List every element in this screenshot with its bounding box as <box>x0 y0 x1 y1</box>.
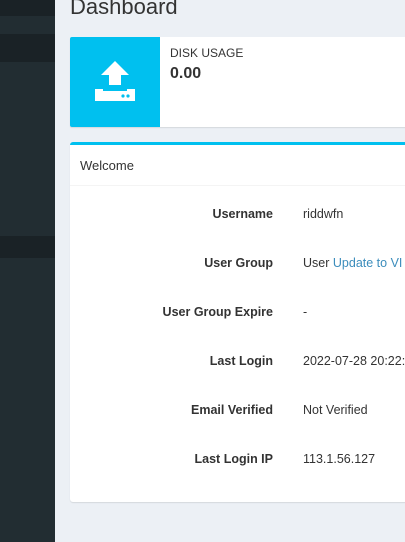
last-login-label: Last Login <box>209 354 273 368</box>
info-row-user-group: User Group User Update to VI <box>70 256 405 276</box>
sidebar-band <box>0 236 55 258</box>
user-group-value: User <box>303 256 330 270</box>
last-login-ip-label: Last Login IP <box>194 452 273 466</box>
sidebar-band <box>0 34 55 62</box>
disk-usage-info-box: DISK USAGE 0.00 <box>70 37 405 127</box>
welcome-box: Welcome Username riddwfn User Group User… <box>70 142 405 502</box>
username-value: riddwfn <box>303 207 344 221</box>
user-group-expire-label: User Group Expire <box>162 305 273 319</box>
page-title: Dashboard <box>70 0 178 19</box>
main-content: Dashboard DISK USAGE 0.00 Welcome Userna… <box>55 0 405 542</box>
last-login-value: 2022-07-28 20:22:5 <box>303 354 405 368</box>
welcome-box-header: Welcome <box>70 145 405 186</box>
sidebar <box>0 0 55 542</box>
email-verified-label: Email Verified <box>191 403 273 417</box>
info-row-last-login-ip: Last Login IP 113.1.56.127 <box>70 452 405 472</box>
sidebar-band <box>0 0 55 16</box>
disk-usage-label: DISK USAGE <box>170 46 244 60</box>
disk-usage-value: 0.00 <box>170 65 202 82</box>
user-group-label: User Group <box>204 256 273 270</box>
last-login-ip-value: 113.1.56.127 <box>303 452 376 466</box>
upload-tray-icon <box>95 61 135 101</box>
info-row-user-group-expire: User Group Expire - <box>70 305 405 325</box>
username-label: Username <box>212 207 273 221</box>
disk-usage-icon-box <box>70 37 160 127</box>
welcome-box-title: Welcome <box>80 158 134 173</box>
info-row-last-login: Last Login 2022-07-28 20:22:5 <box>70 354 405 374</box>
update-to-vip-link[interactable]: Update to VI <box>333 256 403 270</box>
info-row-email-verified: Email Verified Not Verified <box>70 403 405 423</box>
email-verified-value: Not Verified <box>303 403 368 417</box>
user-group-expire-value: - <box>303 305 308 319</box>
info-row-username: Username riddwfn <box>70 207 405 227</box>
user-group-value-wrap: User Update to VI <box>303 256 402 270</box>
